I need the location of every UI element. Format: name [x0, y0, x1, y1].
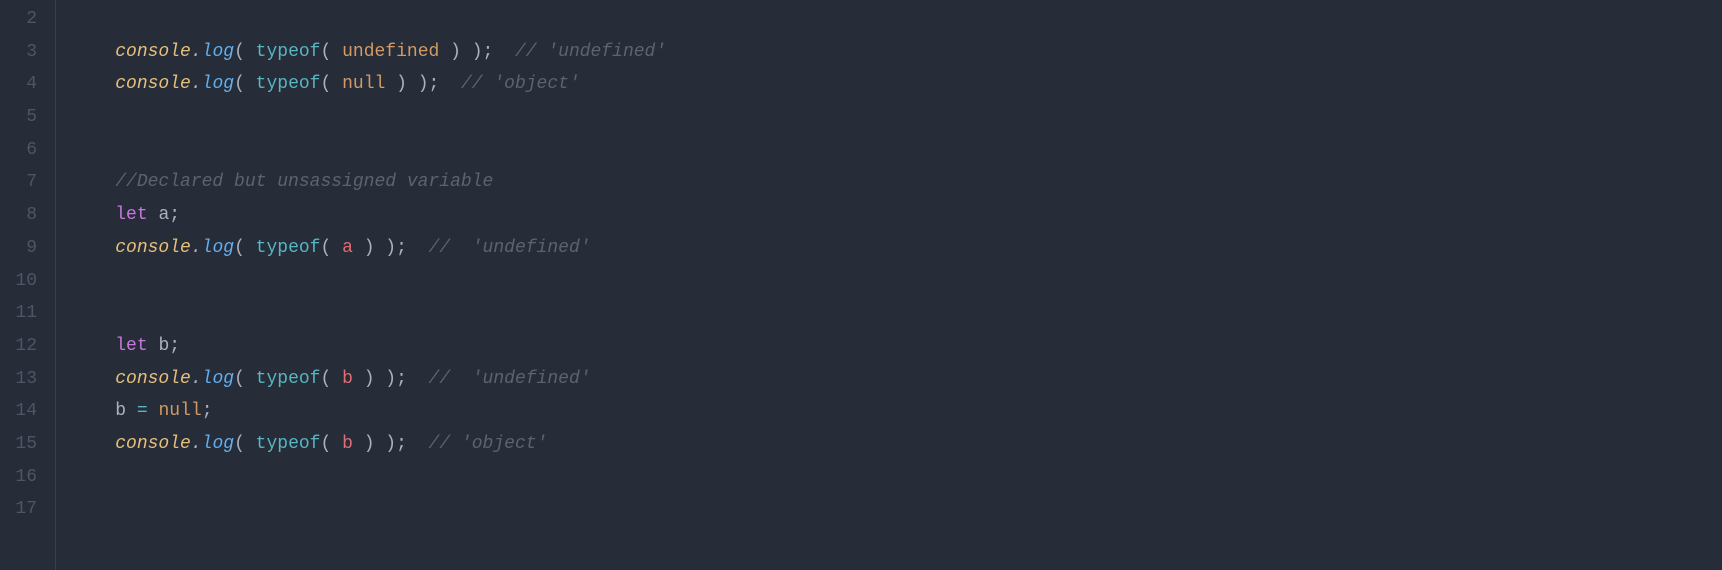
line-number: 12 [0, 330, 37, 363]
code-line[interactable] [72, 101, 666, 134]
line-number: 2 [0, 3, 37, 36]
code-line[interactable]: //Declared but unsassigned variable [72, 166, 666, 199]
code-token: ( [234, 238, 256, 258]
code-area[interactable]: console.log( typeof( undefined ) ); // '… [56, 0, 666, 570]
code-token: let [115, 336, 147, 356]
code-token: null [158, 401, 201, 421]
line-number: 9 [0, 232, 37, 265]
line-number: 6 [0, 134, 37, 167]
code-token: b [158, 336, 169, 356]
line-number: 10 [0, 265, 37, 298]
code-token: ( [320, 74, 342, 94]
code-line[interactable]: console.log( typeof( b ) ); // 'object' [72, 428, 666, 461]
code-line[interactable]: let a; [72, 199, 666, 232]
line-number: 17 [0, 493, 37, 526]
line-number: 8 [0, 199, 37, 232]
line-number: 16 [0, 461, 37, 494]
code-token: b [115, 401, 126, 421]
code-token: . [191, 369, 202, 389]
code-token: // 'object' [461, 74, 580, 94]
code-token: console [115, 434, 191, 454]
code-token: ) ); [353, 369, 429, 389]
line-number: 4 [0, 68, 37, 101]
code-token: ( [234, 434, 256, 454]
code-token: ( [320, 238, 342, 258]
code-token: log [202, 74, 234, 94]
code-token [126, 401, 137, 421]
code-token: . [191, 74, 202, 94]
code-token: // 'object' [429, 434, 548, 454]
code-token: ) ); [353, 434, 429, 454]
code-token: null [342, 74, 385, 94]
code-token [148, 401, 159, 421]
code-token: ; [169, 205, 180, 225]
code-token: ; [202, 401, 213, 421]
code-token: ( [234, 74, 256, 94]
code-token: typeof [256, 369, 321, 389]
code-token: ) ); [353, 238, 429, 258]
code-token: // 'undefined' [515, 42, 666, 62]
code-token: ) ); [439, 42, 515, 62]
code-token: typeof [256, 74, 321, 94]
code-token: ( [320, 434, 342, 454]
code-line[interactable]: console.log( typeof( null ) ); // 'objec… [72, 68, 666, 101]
code-token: console [115, 42, 191, 62]
code-line[interactable] [72, 461, 666, 494]
line-number: 11 [0, 297, 37, 330]
code-token: a [342, 238, 353, 258]
code-token: typeof [256, 434, 321, 454]
code-token: typeof [256, 238, 321, 258]
line-number: 3 [0, 36, 37, 69]
code-token: a [158, 205, 169, 225]
code-token: ) ); [385, 74, 461, 94]
code-line[interactable]: console.log( typeof( b ) ); // 'undefine… [72, 363, 666, 396]
code-token: log [202, 42, 234, 62]
code-token: log [202, 369, 234, 389]
code-line[interactable] [72, 3, 666, 36]
code-token: undefined [342, 42, 439, 62]
line-number: 13 [0, 363, 37, 396]
line-number-gutter: 234567891011121314151617 [0, 0, 56, 570]
code-token: log [202, 434, 234, 454]
code-line[interactable]: console.log( typeof( a ) ); // 'undefine… [72, 232, 666, 265]
code-token: b [342, 434, 353, 454]
code-token: = [137, 401, 148, 421]
code-line[interactable] [72, 297, 666, 330]
line-number: 5 [0, 101, 37, 134]
line-number: 14 [0, 395, 37, 428]
code-token: let [115, 205, 147, 225]
code-line[interactable]: let b; [72, 330, 666, 363]
code-token [148, 336, 159, 356]
code-token: . [191, 42, 202, 62]
code-editor[interactable]: 234567891011121314151617 console.log( ty… [0, 0, 1722, 570]
code-token: // 'undefined' [429, 238, 591, 258]
code-token: // 'undefined' [429, 369, 591, 389]
code-line[interactable] [72, 265, 666, 298]
line-number: 15 [0, 428, 37, 461]
code-line[interactable] [72, 493, 666, 526]
code-token: ( [234, 42, 256, 62]
code-token: ( [320, 42, 342, 62]
code-token: console [115, 238, 191, 258]
code-token: typeof [256, 42, 321, 62]
code-token: ( [234, 369, 256, 389]
code-token: ; [169, 336, 180, 356]
code-token [148, 205, 159, 225]
code-token: b [342, 369, 353, 389]
code-token: console [115, 369, 191, 389]
code-line[interactable] [72, 134, 666, 167]
code-line[interactable]: console.log( typeof( undefined ) ); // '… [72, 36, 666, 69]
code-token: console [115, 74, 191, 94]
code-token: ( [320, 369, 342, 389]
code-token: . [191, 434, 202, 454]
code-token: . [191, 238, 202, 258]
line-number: 7 [0, 166, 37, 199]
code-token: log [202, 238, 234, 258]
code-line[interactable]: b = null; [72, 395, 666, 428]
code-token: //Declared but unsassigned variable [115, 172, 493, 192]
